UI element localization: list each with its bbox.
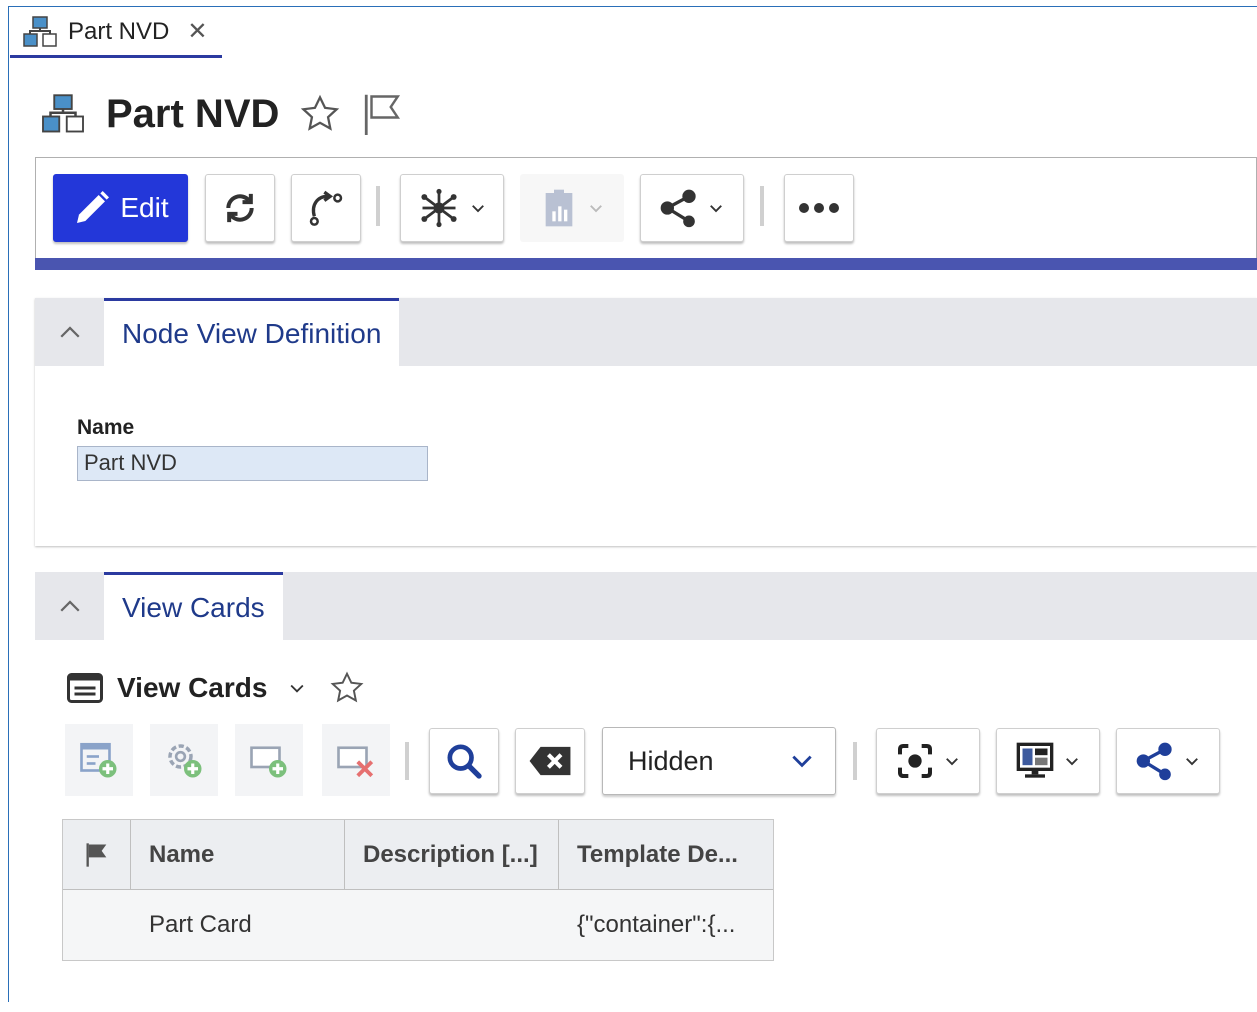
chevron-down-icon: [792, 755, 812, 768]
chevron-up-icon[interactable]: [55, 318, 85, 348]
chevron-down-icon: [590, 205, 602, 213]
column-header-template[interactable]: Template De...: [559, 820, 773, 889]
add-item-icon: [250, 746, 287, 778]
visibility-filter-select[interactable]: Hidden: [602, 727, 836, 795]
network-button[interactable]: [400, 174, 504, 242]
add-row-button[interactable]: [65, 724, 133, 796]
star-icon[interactable]: [329, 670, 365, 706]
add-settings-icon: [168, 744, 202, 778]
workflow-icon: [309, 190, 343, 226]
report-button[interactable]: [520, 174, 624, 242]
part-icon: [42, 94, 84, 133]
camera-icon: [898, 744, 932, 778]
grid-header: View Cards: [67, 670, 365, 706]
chevron-down-icon: [710, 205, 722, 213]
page-title: Part NVD: [106, 91, 280, 136]
column-header-name[interactable]: Name: [131, 820, 345, 889]
cell-description: [345, 890, 559, 960]
share-icon: [660, 189, 696, 228]
toolbar-separator: [760, 186, 764, 226]
toolbar-separator: [405, 742, 409, 780]
section-view-cards: View Cards View Cards Hidden Name Descri…: [35, 572, 1257, 1012]
flag-cell: [63, 890, 131, 960]
close-icon[interactable]: ✕: [187, 17, 207, 46]
grid-title: View Cards: [117, 672, 268, 703]
cell-template: {"container":{...: [577, 911, 736, 938]
more-icon: [799, 203, 839, 213]
network-icon: [421, 188, 457, 228]
add-settings-button[interactable]: [150, 724, 218, 796]
chevron-down-icon: [946, 758, 958, 766]
star-icon[interactable]: [299, 93, 341, 135]
clear-icon: [529, 746, 571, 776]
edit-button[interactable]: Edit: [53, 174, 188, 242]
tab-view-cards[interactable]: View Cards: [104, 572, 283, 640]
part-icon: [23, 15, 57, 47]
add-item-button[interactable]: [235, 724, 303, 796]
toolbar-separator: [853, 742, 857, 780]
tab-node-view-definition[interactable]: Node View Definition: [104, 298, 400, 366]
select-value: Hidden: [628, 745, 714, 776]
camera-button[interactable]: [876, 728, 980, 794]
tab-label: Part NVD: [68, 17, 170, 45]
pencil-icon: [77, 191, 110, 223]
view-cards-grid: Name Description [...] Template De... Pa…: [62, 819, 774, 961]
add-row-icon: [80, 742, 117, 778]
column-header-description[interactable]: Description [...]: [345, 820, 559, 889]
share-button[interactable]: [1116, 728, 1220, 794]
share-icon: [1136, 742, 1172, 781]
edit-label: Edit: [120, 192, 169, 223]
layout-icon: [1016, 742, 1054, 778]
refresh-button[interactable]: [205, 174, 275, 242]
report-icon: [545, 189, 573, 227]
chevron-up-icon[interactable]: [55, 592, 85, 622]
cell-name: Part Card: [149, 911, 252, 938]
name-field[interactable]: Part NVD: [77, 446, 428, 481]
delete-button[interactable]: [322, 724, 390, 796]
chevron-down-icon: [1066, 758, 1078, 766]
flag-icon[interactable]: [361, 91, 403, 137]
flag-icon: [86, 842, 106, 867]
workflow-button[interactable]: [291, 174, 361, 242]
grid-header-row: Name Description [...] Template De...: [63, 820, 773, 890]
chevron-down-icon[interactable]: [287, 678, 307, 698]
name-label: Name: [77, 416, 135, 439]
section-tab-label: View Cards: [122, 591, 265, 623]
share-button[interactable]: [640, 174, 744, 242]
clear-button[interactable]: [515, 728, 585, 794]
table-row[interactable]: Part Card {"container":{...: [63, 890, 773, 960]
column-flag-header[interactable]: [63, 820, 131, 889]
search-icon: [447, 744, 482, 779]
toolbar-separator: [376, 186, 380, 226]
section-tab-label: Node View Definition: [122, 317, 382, 349]
chevron-down-icon: [472, 205, 484, 213]
toolbar-accent-bar: [35, 258, 1257, 270]
layout-button[interactable]: [996, 728, 1100, 794]
section-node-view-definition: Node View Definition Name Part NVD: [35, 298, 1257, 546]
page-header: Part NVD: [40, 86, 403, 142]
chevron-down-icon: [1186, 758, 1198, 766]
refresh-icon: [226, 193, 254, 223]
tab-part-nvd[interactable]: Part NVD ✕: [10, 8, 222, 58]
grid-icon: [67, 673, 103, 703]
delete-icon: [337, 746, 374, 778]
search-button[interactable]: [429, 728, 499, 794]
more-button[interactable]: [784, 174, 854, 242]
